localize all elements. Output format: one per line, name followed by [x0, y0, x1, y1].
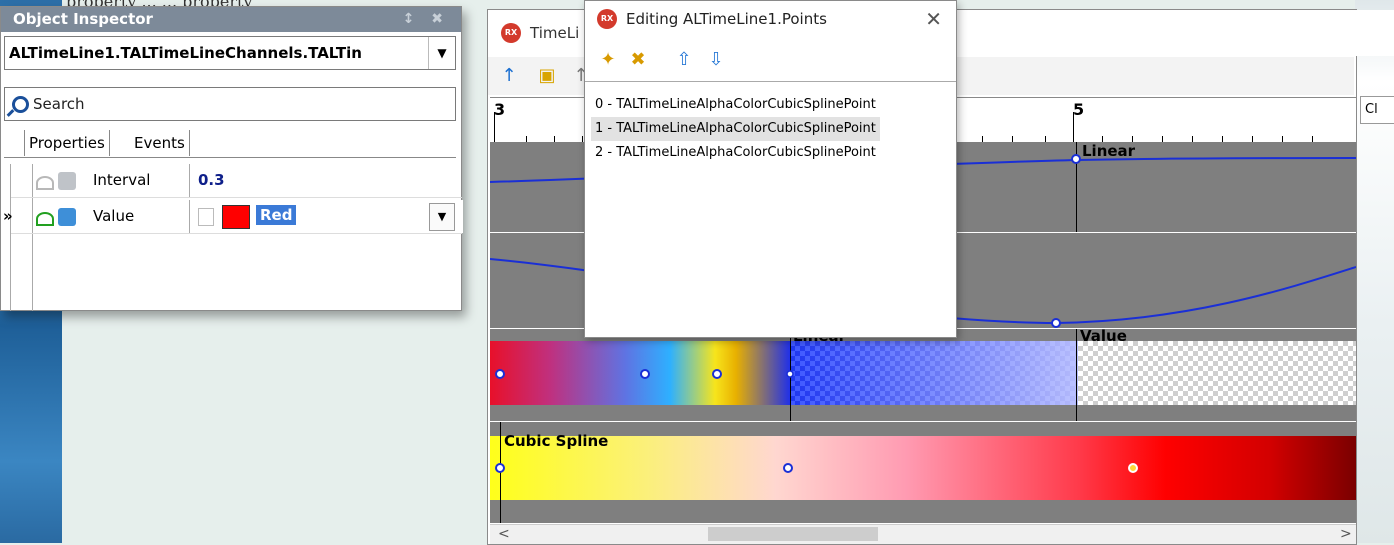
scroll-left-icon[interactable]: < [498, 525, 510, 544]
film-strip-icon[interactable] [198, 208, 214, 226]
component-selector[interactable]: ALTimeLine1.TALTimeLineChannels.TALTin ▼ [4, 36, 456, 70]
keyframe-point[interactable] [640, 369, 650, 379]
property-icon [58, 172, 76, 190]
delete-item-icon[interactable]: ▣ [536, 65, 558, 87]
chevron-down-icon[interactable]: ▼ [429, 203, 455, 231]
property-name: Interval [93, 171, 151, 189]
chevron-down-icon[interactable]: ▼ [428, 37, 455, 69]
track-label-cubic-spline: Cubic Spline [504, 432, 609, 450]
timeline-window-title: TimeLi [530, 24, 580, 42]
keyframe-point[interactable] [495, 369, 505, 379]
ruler-tick [1073, 112, 1074, 142]
tab-properties[interactable]: Properties [24, 130, 110, 156]
object-inspector-title: Object Inspector [13, 10, 153, 28]
color-swatch[interactable] [222, 205, 250, 229]
inspector-tabs: Properties Events [4, 130, 456, 158]
desktop-background-right [1355, 0, 1394, 543]
tab-events[interactable]: Events [130, 130, 190, 156]
close-icon[interactable]: ✕ [925, 1, 942, 37]
revert-icon[interactable] [36, 212, 54, 226]
property-name: Value [93, 207, 135, 225]
points-list: 0 - TALTimeLineAlphaColorCubicSplinePoin… [585, 89, 956, 337]
editing-dialog: RX Editing ALTimeLine1.Points ✕ ✦ ✖ ⇧ ⇩ … [584, 0, 957, 338]
move-down-icon[interactable]: ⇩ [705, 49, 727, 71]
keyframe-point[interactable] [786, 370, 794, 378]
horizontal-scrollbar[interactable]: < > [490, 524, 1356, 544]
property-value-cell[interactable]: Red ▼ [189, 200, 463, 233]
keyframe-point[interactable] [712, 369, 722, 379]
keyframe-point[interactable] [1071, 154, 1081, 164]
move-up-icon[interactable]: ⇧ [673, 49, 695, 71]
track-color-cubic-spline[interactable]: Cubic Spline [490, 422, 1356, 523]
editing-dialog-toolbar: ✦ ✖ ⇧ ⇩ [585, 41, 956, 82]
property-value-cell[interactable]: 0.3 [189, 164, 463, 197]
property-icon [58, 208, 76, 226]
object-inspector-titlebar[interactable]: Object Inspector ↕ ✖ [1, 7, 461, 32]
component-selector-value: ALTimeLine1.TALTimeLineChannels.TALTin [9, 44, 362, 62]
editing-dialog-title: Editing ALTimeLine1.Points [626, 10, 827, 28]
property-row-value[interactable]: » Value Red ▼ [3, 200, 463, 234]
ruler-tick [494, 112, 495, 142]
search-placeholder: Search [33, 95, 85, 113]
ruler-label-mid: 5 [1073, 100, 1085, 119]
move-up-icon[interactable]: ↑ [498, 65, 520, 87]
editing-dialog-titlebar[interactable]: RX Editing ALTimeLine1.Points ✕ [585, 1, 956, 37]
revert-icon[interactable] [36, 176, 54, 190]
property-row-interval[interactable]: Interval 0.3 [11, 164, 462, 198]
app-logo-icon: RX [501, 23, 521, 43]
spline-points-svg [495, 463, 1138, 473]
object-inspector-panel: Object Inspector ↕ ✖ ALTimeLine1.TALTime… [0, 6, 463, 311]
list-item-selected[interactable]: 1 - TALTimeLineAlphaColorCubicSplinePoin… [591, 117, 880, 141]
delete-item-icon[interactable]: ✖ [627, 49, 649, 71]
property-grid: Interval 0.3 » Value Red ▼ [3, 164, 463, 311]
track-label-linear: Linear [1082, 142, 1136, 160]
search-icon [12, 96, 29, 113]
scroll-thumb[interactable] [708, 527, 878, 541]
list-item[interactable]: 2 - TALTimeLineAlphaColorCubicSplinePoin… [591, 141, 880, 165]
app-logo-icon: RX [597, 9, 617, 29]
keyframe-point[interactable] [1051, 318, 1061, 328]
search-input[interactable]: Search [4, 87, 456, 121]
track-color-linear[interactable]: Linear Value [490, 327, 1356, 421]
keyframe-point[interactable] [495, 463, 505, 473]
color-points-svg [495, 369, 794, 379]
property-value-editor[interactable]: Red [256, 205, 297, 225]
property-value: 0.3 [198, 171, 225, 189]
pin-close-icons[interactable]: ↕ ✖ [403, 7, 449, 32]
list-item[interactable]: 0 - TALTimeLineAlphaColorCubicSplinePoin… [591, 93, 880, 117]
track-label-value: Value [1080, 327, 1127, 345]
add-item-icon[interactable]: ✦ [597, 49, 619, 71]
current-row-marker: » [3, 207, 13, 225]
scroll-right-icon[interactable]: > [1340, 525, 1352, 544]
keyframe-point-selected[interactable] [1128, 463, 1138, 473]
keyframe-point[interactable] [783, 463, 793, 473]
ruler-label-start: 3 [494, 100, 506, 119]
side-tab[interactable]: Cl [1360, 96, 1394, 124]
